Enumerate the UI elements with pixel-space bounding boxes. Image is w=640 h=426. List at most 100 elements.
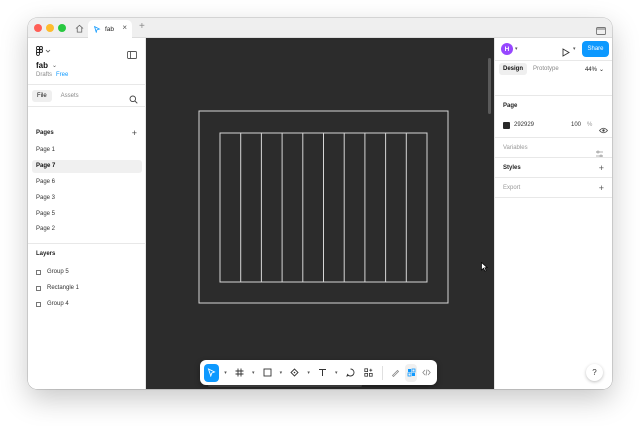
layer-item[interactable]: Group 5 bbox=[36, 266, 69, 278]
frame-tool-button[interactable] bbox=[232, 364, 247, 382]
draw-mode-button[interactable] bbox=[389, 364, 402, 382]
add-page-button[interactable]: + bbox=[132, 129, 137, 138]
page-item[interactable]: Page 6 bbox=[32, 176, 142, 189]
tab-file[interactable]: File bbox=[32, 90, 52, 102]
layers-title: Layers bbox=[36, 251, 56, 257]
layer-label: Group 5 bbox=[47, 269, 69, 275]
tab-design[interactable]: Design bbox=[499, 63, 528, 75]
right-panel: H ▾ ▾ Share Design Prototype 44% ⌄ Page … bbox=[494, 38, 612, 389]
file-location[interactable]: Drafts bbox=[36, 72, 52, 78]
add-export-button[interactable]: + bbox=[599, 184, 604, 193]
page-item[interactable]: Page 2 bbox=[32, 223, 142, 236]
pages-title: Pages bbox=[36, 130, 54, 136]
divider bbox=[495, 177, 612, 178]
group-icon bbox=[36, 301, 41, 307]
settings-sliders-icon[interactable] bbox=[595, 145, 604, 163]
file-name: fab bbox=[36, 61, 48, 70]
pen-tool-button[interactable] bbox=[287, 364, 302, 382]
toolbar-divider bbox=[382, 365, 384, 380]
draw-icon bbox=[391, 369, 399, 377]
page-item[interactable]: Page 3 bbox=[32, 192, 142, 205]
right-panel-tabs: Design Prototype bbox=[499, 63, 563, 75]
grid-columns bbox=[240, 133, 407, 282]
layer-label: Group 4 bbox=[47, 301, 69, 307]
left-panel: fab ⌄ Drafts Free File Assets Pages + Pa… bbox=[28, 38, 146, 389]
minimize-window-button[interactable] bbox=[46, 24, 54, 32]
tab-fab[interactable]: fab × bbox=[88, 20, 132, 38]
layer-label: Rectangle 1 bbox=[47, 285, 80, 291]
sidebar-toggle-icon[interactable] bbox=[127, 46, 137, 64]
help-button[interactable]: ? bbox=[586, 364, 603, 381]
actions-tool-button[interactable] bbox=[361, 364, 376, 382]
page-item-active[interactable]: Page 7 bbox=[32, 160, 142, 173]
plan-badge[interactable]: Free bbox=[56, 72, 68, 78]
maximize-window-button[interactable] bbox=[58, 24, 66, 32]
page-item[interactable]: Page 1 bbox=[32, 144, 142, 157]
left-panel-tabs: File Assets bbox=[32, 90, 84, 102]
app-window: fab × + fab ⌄ Drafts Free File Assets Pa… bbox=[28, 18, 612, 389]
zoom-dropdown[interactable]: 44% ⌄ bbox=[585, 66, 604, 74]
canvas[interactable]: ▾ ▾ ▾ ▾ ▾ bbox=[146, 38, 494, 389]
share-button[interactable]: Share bbox=[582, 41, 609, 57]
chevron-down-icon[interactable]: ▾ bbox=[515, 46, 518, 52]
divider bbox=[495, 60, 612, 61]
text-icon bbox=[318, 369, 326, 376]
page-section-title: Page bbox=[503, 103, 518, 109]
styles-section-title: Styles bbox=[503, 165, 521, 171]
actions-icon bbox=[364, 368, 373, 377]
export-section-title: Export bbox=[503, 185, 521, 191]
percent-label: % bbox=[587, 122, 593, 128]
main-menu-button[interactable] bbox=[36, 46, 51, 56]
chevron-down-icon: ⌄ bbox=[52, 63, 58, 69]
tab-prototype[interactable]: Prototype bbox=[529, 63, 563, 75]
chevron-down-icon[interactable]: ▾ bbox=[278, 370, 284, 376]
chevron-down-icon[interactable]: ▾ bbox=[222, 370, 228, 376]
bottom-toolbar: ▾ ▾ ▾ ▾ ▾ bbox=[200, 360, 437, 385]
color-swatch[interactable] bbox=[503, 121, 510, 129]
dev-mode-button[interactable] bbox=[420, 364, 433, 382]
add-style-button[interactable]: + bbox=[599, 164, 604, 173]
move-tool-button[interactable] bbox=[204, 363, 220, 382]
layer-item[interactable]: Rectangle 1 bbox=[36, 282, 79, 294]
divider bbox=[495, 157, 612, 158]
chevron-down-icon[interactable]: ▾ bbox=[333, 370, 339, 376]
file-name-button[interactable]: fab ⌄ bbox=[36, 61, 57, 70]
figma-logo-icon bbox=[36, 46, 43, 56]
avatar[interactable]: H bbox=[501, 43, 513, 55]
rectangle-icon bbox=[36, 285, 41, 291]
home-icon[interactable] bbox=[72, 21, 86, 35]
tab-assets[interactable]: Assets bbox=[56, 90, 84, 102]
variables-section-title[interactable]: Variables bbox=[503, 145, 528, 151]
new-tab-button[interactable]: + bbox=[139, 21, 145, 33]
pen-icon bbox=[290, 368, 299, 377]
chevron-down-icon[interactable]: ▾ bbox=[250, 370, 256, 376]
design-mode-icon bbox=[407, 368, 415, 377]
page-item[interactable]: Page 5 bbox=[32, 208, 142, 221]
design-mode-button[interactable] bbox=[404, 363, 418, 382]
comment-tool-button[interactable] bbox=[342, 364, 357, 382]
title-bar: fab × + bbox=[28, 18, 612, 38]
page-background-row[interactable]: 292929 100 % bbox=[503, 119, 609, 134]
shape-tool-button[interactable] bbox=[259, 364, 274, 382]
divider bbox=[28, 243, 146, 244]
file-meta: Drafts Free bbox=[36, 72, 68, 78]
divider bbox=[28, 84, 146, 85]
comment-icon bbox=[345, 368, 355, 377]
chevron-down-icon[interactable]: ▾ bbox=[305, 370, 311, 376]
frame-icon bbox=[235, 368, 244, 377]
close-window-button[interactable] bbox=[34, 24, 42, 32]
canvas-drawing[interactable] bbox=[146, 38, 494, 389]
cursor-arrow-icon bbox=[207, 368, 216, 377]
page-opacity[interactable]: 100 bbox=[571, 122, 581, 128]
tab-close-icon[interactable]: × bbox=[122, 24, 127, 32]
code-icon bbox=[422, 369, 431, 376]
text-tool-button[interactable] bbox=[315, 364, 330, 382]
chevron-down-icon[interactable]: ▾ bbox=[573, 46, 576, 52]
divider bbox=[495, 137, 612, 138]
page-color-hex[interactable]: 292929 bbox=[514, 122, 534, 128]
mouse-cursor-icon bbox=[481, 259, 489, 277]
divider bbox=[28, 106, 146, 107]
chevron-down-icon bbox=[45, 49, 51, 53]
layer-item[interactable]: Group 4 bbox=[36, 298, 69, 310]
vertical-scrollbar[interactable] bbox=[488, 58, 491, 114]
